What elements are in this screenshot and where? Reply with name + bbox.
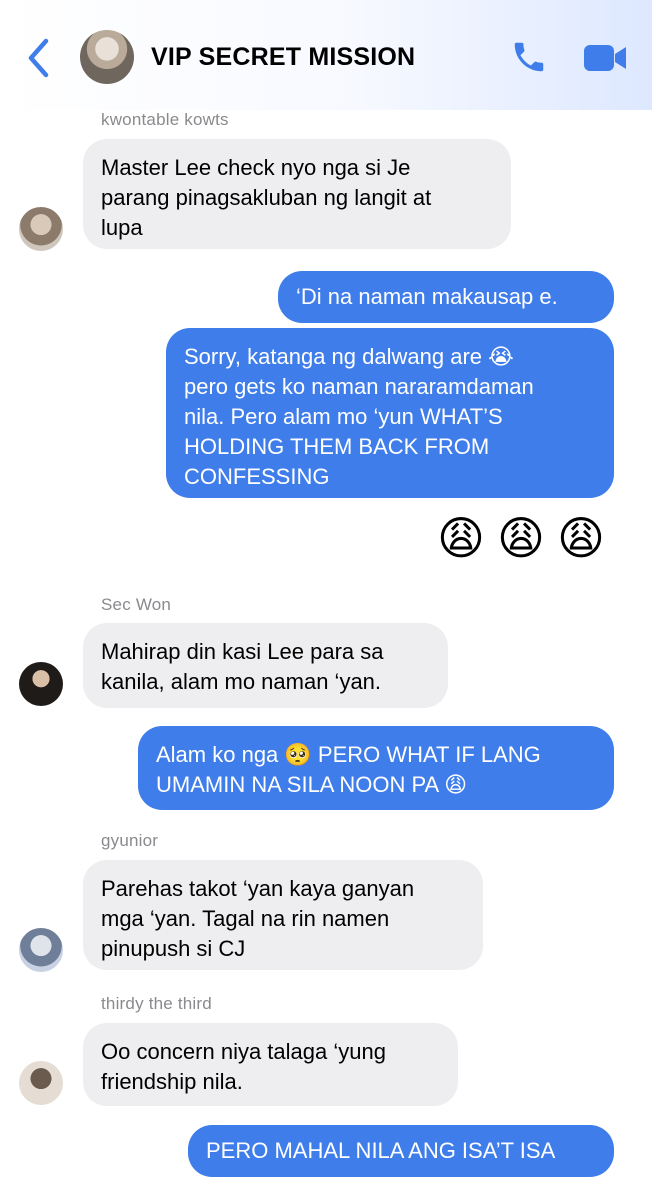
avatar[interactable] (19, 662, 63, 706)
incoming-message-bubble[interactable]: Master Lee check nyo nga si Je parang pi… (83, 139, 511, 249)
sender-name: Sec Won (101, 595, 172, 614)
incoming-message-bubble[interactable]: Parehas takot ‘yan kaya ganyan mga ‘yan.… (83, 860, 483, 970)
avatar[interactable] (19, 207, 63, 251)
outgoing-message-bubble[interactable]: PERO MAHAL NILA ANG ISA’T ISA (188, 1125, 614, 1177)
avatar[interactable] (19, 928, 63, 972)
outgoing-message-bubble[interactable]: Sorry, katanga ng dalwang are 😭 pero get… (166, 328, 614, 498)
back-chevron-icon[interactable] (24, 36, 54, 80)
sender-name: gyunior (101, 831, 159, 850)
chat-header: VIP SECRET MISSION (0, 0, 652, 110)
avatar[interactable] (19, 1061, 63, 1105)
sender-name: kwontable kowts (101, 110, 229, 129)
emoji-reaction[interactable]: 😩 (437, 513, 485, 563)
group-avatar[interactable] (80, 30, 134, 84)
video-camera-icon[interactable] (583, 43, 627, 73)
incoming-message-bubble[interactable]: Oo concern niya talaga ‘yung friendship … (83, 1023, 458, 1106)
phone-icon[interactable] (510, 38, 548, 76)
sender-name: thirdy the third (101, 994, 212, 1013)
emoji-reaction[interactable]: 😩 (557, 513, 605, 563)
incoming-message-bubble[interactable]: Mahirap din kasi Lee para sa kanila, ala… (83, 623, 448, 708)
chat-title[interactable]: VIP SECRET MISSION (151, 43, 415, 72)
emoji-reaction[interactable]: 😩 (497, 513, 545, 563)
outgoing-message-bubble[interactable]: Alam ko nga 🥺 PERO WHAT IF LANG UMAMIN N… (138, 726, 614, 810)
outgoing-message-bubble[interactable]: ‘Di na naman makausap e. (278, 271, 614, 323)
